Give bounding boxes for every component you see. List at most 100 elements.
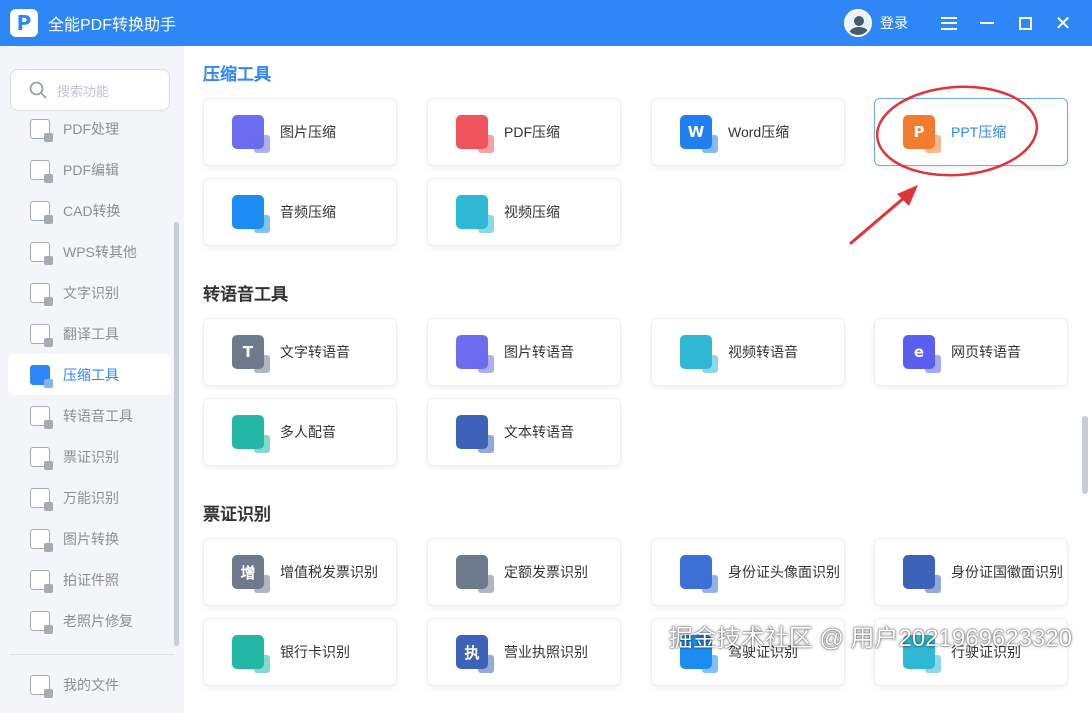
watermark: 掘金技术社区 @ 用户2021969623320: [668, 625, 1072, 652]
minimize-button[interactable]: [968, 0, 1006, 46]
menu-icon: [941, 16, 957, 30]
video-compress-icon: [456, 195, 494, 233]
sidebar-item-icon: [30, 446, 53, 470]
tool-card[interactable]: T 文字转语音: [203, 318, 397, 386]
sidebar-item-icon: [30, 610, 53, 634]
tool-card-label: 定额发票识别: [504, 564, 588, 580]
close-button[interactable]: ✕: [1044, 0, 1082, 46]
tool-card-label: 视频压缩: [504, 204, 560, 220]
search-input[interactable]: 搜索功能: [10, 69, 170, 111]
tool-card[interactable]: 银行卡识别: [203, 618, 397, 686]
tool-card[interactable]: 音频压缩: [203, 178, 397, 246]
tool-card[interactable]: 图片转语音: [427, 318, 621, 386]
sidebar-item-3[interactable]: WPS转其他: [8, 231, 171, 272]
sidebar-item-label: 拍证件照: [63, 571, 119, 588]
tool-card-label: PPT压缩: [951, 124, 1007, 140]
tool-card[interactable]: 增 增值税发票识别: [203, 538, 397, 606]
sidebar-item-label: 我的文件: [63, 676, 119, 693]
tool-card[interactable]: 视频转语音: [651, 318, 845, 386]
icon-glyph: P: [913, 123, 925, 141]
sidebar-scrollbar[interactable]: [174, 222, 179, 646]
main-scrollbar[interactable]: [1082, 416, 1088, 494]
tool-card-label: Word压缩: [728, 124, 790, 140]
audio-compress-icon: [232, 195, 270, 233]
tool-card-label: PDF压缩: [504, 124, 560, 140]
tool-card-label: 银行卡识别: [280, 644, 350, 660]
sidebar-item-label: 转语音工具: [63, 407, 133, 424]
sidebar-item-my-files[interactable]: 我的文件: [8, 664, 171, 705]
sidebar-item-label: WPS转其他: [63, 243, 137, 260]
tool-card[interactable]: P PPT压缩: [874, 98, 1068, 166]
sidebar-item-11[interactable]: 拍证件照: [8, 559, 171, 600]
icon-glyph: 执: [464, 643, 480, 662]
video-to-speech-icon: [680, 335, 718, 373]
tool-card[interactable]: W Word压缩: [651, 98, 845, 166]
sidebar-item-icon: [30, 323, 53, 347]
sidebar-item-6[interactable]: 压缩工具: [8, 354, 171, 395]
tool-card[interactable]: 定额发票识别: [427, 538, 621, 606]
image-to-speech-icon: [456, 335, 494, 373]
sidebar-item-label: PDF处理: [63, 120, 119, 137]
tool-card-label: 网页转语音: [951, 344, 1021, 360]
tool-card[interactable]: 身份证国徽面识别: [874, 538, 1068, 606]
icon-glyph: 增: [240, 563, 256, 582]
login-button[interactable]: 登录: [880, 13, 908, 33]
sidebar-item-12[interactable]: 老照片修复: [8, 600, 171, 641]
sidebar-item-icon: [30, 569, 53, 593]
vat-invoice-icon: 增: [232, 555, 270, 593]
tool-card[interactable]: 视频压缩: [427, 178, 621, 246]
sidebar-item-label: 文字识别: [63, 284, 119, 301]
folder-icon: [30, 674, 53, 698]
tool-card[interactable]: PDF压缩: [427, 98, 621, 166]
sidebar-item-8[interactable]: 票证识别: [8, 436, 171, 477]
sidebar-item-label: 翻译工具: [63, 325, 119, 342]
sidebar-item-7[interactable]: 转语音工具: [8, 395, 171, 436]
tool-card-label: 营业执照识别: [504, 644, 588, 660]
menu-button[interactable]: [930, 0, 968, 46]
icon-glyph: T: [242, 343, 254, 361]
sidebar-item-label: 压缩工具: [63, 366, 119, 383]
sidebar-item-1[interactable]: PDF编辑: [8, 149, 171, 190]
section-title: 票证识别: [203, 505, 271, 524]
sidebar-item-icon: [30, 528, 53, 552]
app-logo: P: [10, 9, 38, 37]
maximize-button[interactable]: [1006, 0, 1044, 46]
app-title: 全能PDF转换助手: [48, 17, 177, 34]
id-card-back-icon: [903, 555, 941, 593]
tool-card[interactable]: 文本转语音: [427, 398, 621, 466]
search-icon: [29, 81, 47, 99]
word-compress-icon: W: [680, 115, 718, 153]
maximize-icon: [1018, 16, 1032, 30]
sidebar-item-label: 老照片修复: [63, 612, 133, 629]
multi-voice-icon: [232, 415, 270, 453]
tool-card[interactable]: 多人配音: [203, 398, 397, 466]
tool-card[interactable]: 图片压缩: [203, 98, 397, 166]
tool-card-label: 图片转语音: [504, 344, 574, 360]
icon-glyph: e: [913, 343, 925, 361]
sidebar-item-4[interactable]: 文字识别: [8, 272, 171, 313]
sidebar-item-label: 万能识别: [63, 489, 119, 506]
sidebar-item-label: 票证识别: [63, 448, 119, 465]
sidebar-item-9[interactable]: 万能识别: [8, 477, 171, 518]
sidebar-item-10[interactable]: 图片转换: [8, 518, 171, 559]
sidebar-item-5[interactable]: 翻译工具: [8, 313, 171, 354]
tool-card-label: 身份证国徽面识别: [951, 564, 1063, 580]
tool-card-label: 视频转语音: [728, 344, 798, 360]
sidebar-item-2[interactable]: CAD转换: [8, 190, 171, 231]
fixed-invoice-icon: [456, 555, 494, 593]
tool-card[interactable]: 身份证头像面识别: [651, 538, 845, 606]
sidebar-nav: PDF处理 PDF编辑 CAD转换 WPS转其他 文字识别翻译工具压缩工具转语音工具票证…: [8, 108, 171, 641]
sidebar-item-0[interactable]: PDF处理: [8, 108, 171, 149]
title-bar: P 全能PDF转换助手 登录 ✕: [0, 0, 1092, 46]
bank-card-icon: [232, 635, 270, 673]
avatar[interactable]: [844, 9, 872, 37]
icon-glyph: W: [687, 123, 705, 141]
tool-card-label: 文字转语音: [280, 344, 350, 360]
text-to-speech-icon: T: [232, 335, 270, 373]
tool-card[interactable]: 执 营业执照识别: [427, 618, 621, 686]
sidebar-item-icon: [30, 487, 53, 511]
tool-card-label: 文本转语音: [504, 424, 574, 440]
tool-card[interactable]: e 网页转语音: [874, 318, 1068, 386]
search-placeholder: 搜索功能: [57, 83, 110, 99]
sidebar-item-icon: [30, 159, 53, 183]
